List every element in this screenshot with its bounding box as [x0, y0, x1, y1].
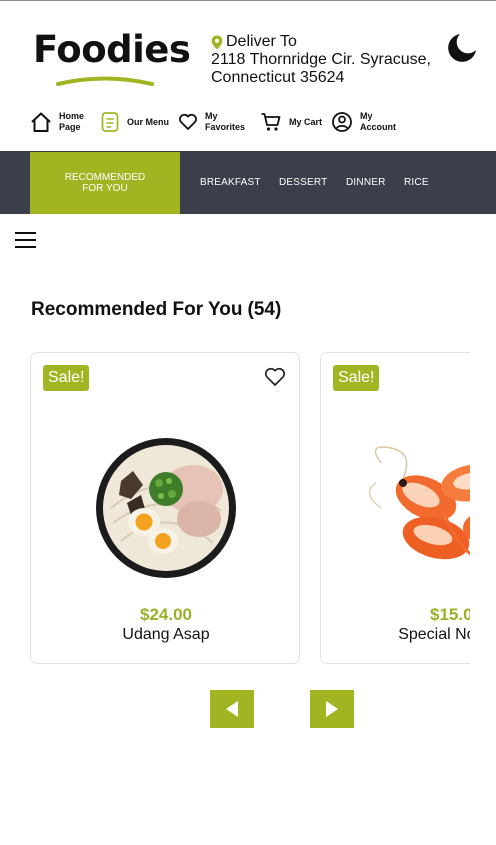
- favorite-heart-icon[interactable]: [264, 367, 286, 387]
- category-bar: RECOMMENDED FOR YOU BREAKFAST DESSERT DI…: [0, 151, 496, 214]
- hamburger-menu-icon[interactable]: [15, 232, 36, 248]
- nav-home-label: Home Page: [59, 111, 85, 132]
- category-tab-recommended[interactable]: RECOMMENDED FOR YOU: [30, 152, 180, 214]
- nav-cart-label: My Cart: [289, 116, 323, 127]
- product-name: Special Noodles: [398, 626, 470, 643]
- logo[interactable]: Foodies: [33, 28, 191, 90]
- menu-icon: [101, 112, 119, 132]
- sale-badge: Sale!: [333, 365, 380, 391]
- category-tab-breakfast[interactable]: BREAKFAST: [200, 177, 261, 188]
- section-title: Recommended For You (54): [31, 299, 281, 321]
- nav-account[interactable]: My Account: [331, 111, 402, 133]
- delivery-address[interactable]: Deliver To 2118 Thornridge Cir. Syracuse…: [211, 33, 446, 87]
- product-card[interactable]: Sale! $24.00 Udang Asap: [30, 352, 300, 664]
- cart-icon: [261, 113, 281, 131]
- product-image-prawns: [369, 446, 470, 560]
- carousel-prev-button[interactable]: [210, 690, 254, 728]
- nav-cart[interactable]: My Cart: [260, 111, 322, 133]
- section-count: (54): [247, 299, 282, 320]
- nav-account-label: My Account: [360, 111, 397, 132]
- nav-our-menu-label: Our Menu: [127, 116, 169, 127]
- location-pin-icon: [211, 35, 223, 49]
- nav-our-menu[interactable]: Our Menu: [100, 111, 169, 133]
- nav-favorites-label: My Favorites: [205, 111, 246, 132]
- carousel-next-button[interactable]: [310, 690, 354, 728]
- product-price: $24.00: [140, 605, 192, 624]
- address-text: 2118 Thornridge Cir. Syracuse, Connectic…: [211, 51, 431, 86]
- heart-icon: [179, 113, 197, 130]
- home-icon: [31, 112, 51, 132]
- category-tab-dinner[interactable]: DINNER: [346, 177, 386, 188]
- arrow-right-icon: [326, 701, 338, 717]
- nav-favorites[interactable]: My Favorites: [178, 111, 251, 133]
- logo-swoosh: [56, 76, 154, 86]
- deliver-to-label: Deliver To: [226, 33, 297, 50]
- sale-badge: Sale!: [43, 365, 90, 391]
- moon-icon: [448, 34, 476, 62]
- top-nav: Home Page Our Menu My Favorites My Cart …: [30, 108, 411, 136]
- section-title-text: Recommended For You: [31, 299, 243, 320]
- product-price: $15.00: [430, 605, 470, 624]
- logo-text: Foodies: [33, 28, 191, 71]
- product-card[interactable]: Sale! $15.00 Special Noodles: [320, 352, 470, 664]
- nav-home[interactable]: Home Page: [30, 111, 91, 133]
- product-image-ramen-bowl: [96, 438, 236, 578]
- dark-mode-toggle[interactable]: [446, 32, 478, 64]
- category-tab-rice[interactable]: RICE: [404, 177, 429, 188]
- category-tab-dessert[interactable]: DESSERT: [279, 177, 327, 188]
- user-icon: [332, 112, 352, 132]
- top-border: [0, 0, 496, 1]
- product-name: Udang Asap: [122, 626, 210, 643]
- arrow-left-icon: [226, 701, 238, 717]
- product-carousel: Sale! $24.00 Udang Asap Sale! $15.0 Spec…: [30, 352, 470, 666]
